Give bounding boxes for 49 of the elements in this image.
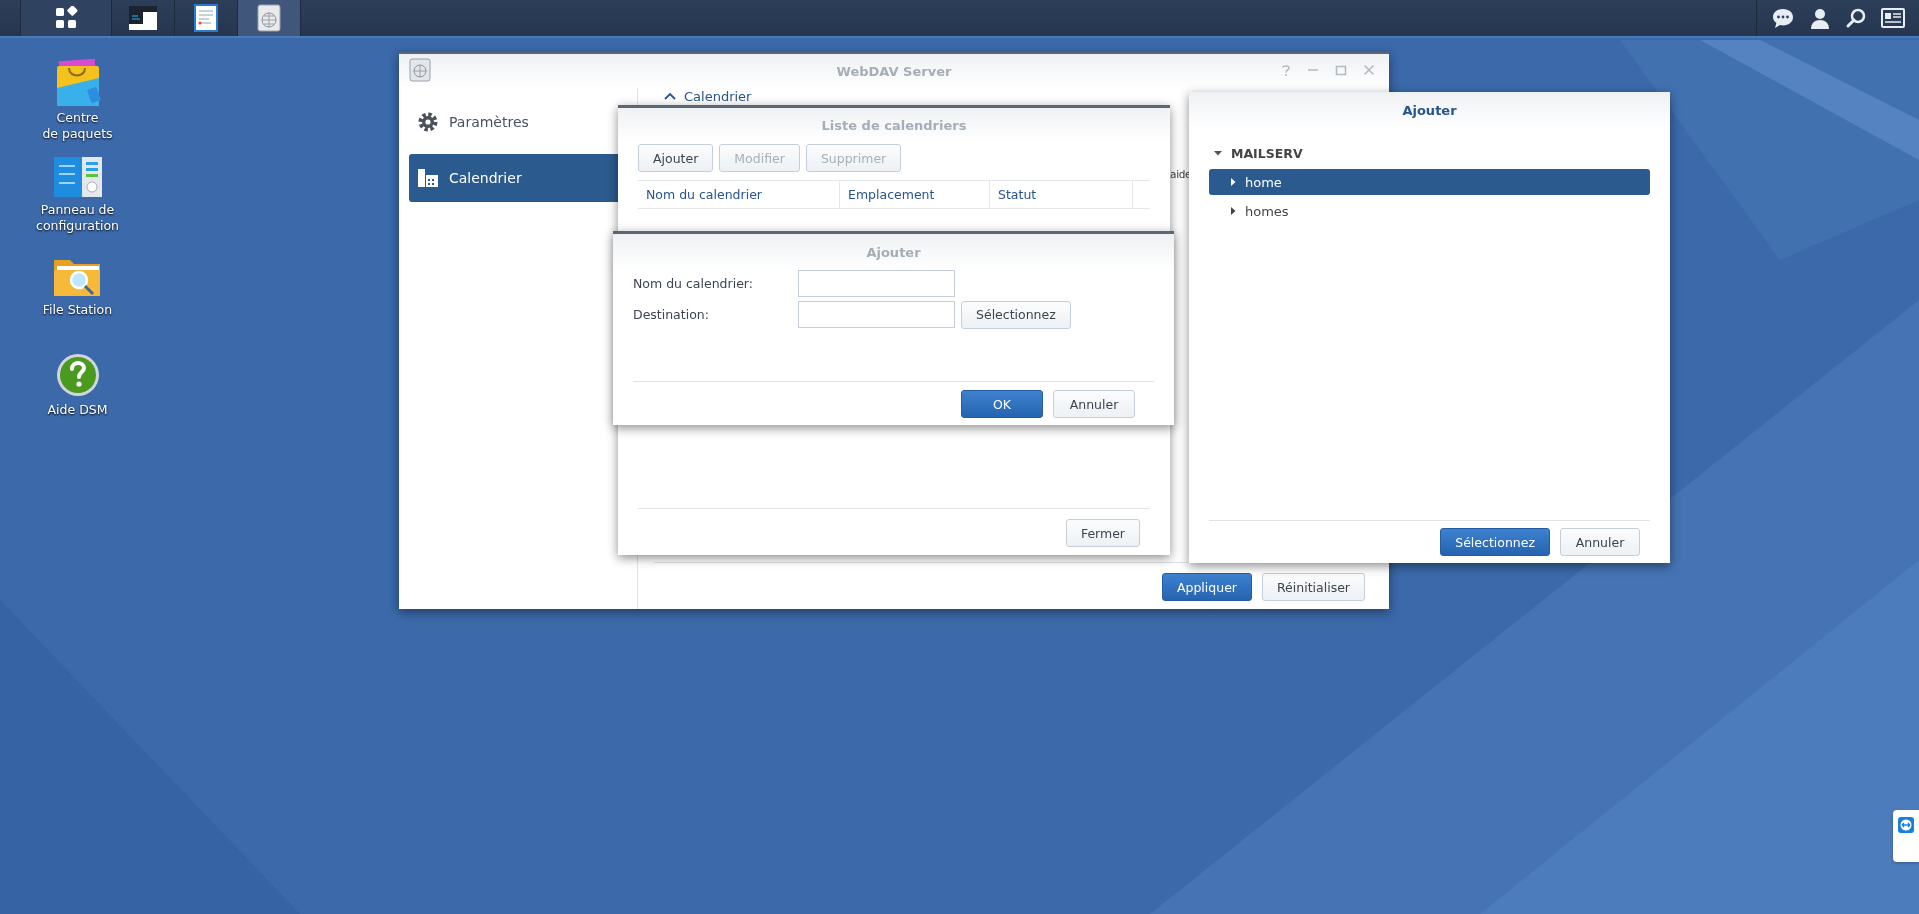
globe-window-icon: [257, 4, 281, 32]
input-field[interactable]: [798, 301, 955, 328]
taskbar-app[interactable]: [238, 0, 301, 36]
widget-panel-icon[interactable]: [1881, 8, 1905, 28]
column-header[interactable]: Nom du calendrier: [638, 181, 840, 208]
secondary-button[interactable]: Annuler: [1053, 390, 1135, 418]
sidebar-item[interactable]: Paramètres: [409, 98, 627, 146]
input-field[interactable]: [798, 270, 955, 297]
search-icon[interactable]: [1845, 7, 1867, 29]
secondary-button[interactable]: Réinitialiser: [1262, 573, 1365, 601]
primary-button[interactable]: Appliquer: [1161, 573, 1252, 601]
field-label: Nom du calendrier:: [633, 276, 754, 291]
dialog-title: Ajouter: [1402, 102, 1457, 118]
remote-control-icon[interactable]: [1897, 816, 1915, 834]
dialog-title: Liste de calendriers: [821, 117, 967, 133]
caret-right-icon[interactable]: [1229, 177, 1237, 187]
calendar-icon: [417, 167, 439, 189]
tree-item[interactable]: homes: [1209, 198, 1650, 224]
secondary-button[interactable]: Annuler: [1560, 528, 1640, 556]
terminal-window-icon: [128, 4, 158, 32]
document-icon: [194, 4, 218, 32]
secondary-button[interactable]: Fermer: [1065, 519, 1140, 547]
primary-button[interactable]: OK: [961, 390, 1043, 418]
browse-button[interactable]: Sélectionnez: [961, 300, 1071, 329]
tree-item[interactable]: home: [1209, 169, 1650, 195]
chat-bubble-icon[interactable]: [1771, 7, 1795, 29]
control-panel-icon: [52, 156, 103, 198]
caret-right-icon[interactable]: [1229, 206, 1237, 216]
globe-window-icon: [409, 58, 431, 82]
main-menu-button[interactable]: [20, 0, 112, 36]
toolbar-button[interactable]: Ajouter: [638, 144, 714, 172]
primary-button[interactable]: Sélectionnez: [1440, 528, 1550, 556]
window-title: WebDAV Server: [836, 63, 952, 79]
user-icon[interactable]: [1809, 7, 1831, 29]
desktop-icon-label[interactable]: Aide DSM: [47, 402, 108, 418]
chevron-up-icon[interactable]: [664, 92, 676, 100]
dialog-title: Ajouter: [866, 244, 921, 260]
desktop-icon-label[interactable]: Panneau de configuration: [36, 202, 119, 234]
gear-icon: [417, 111, 439, 133]
tree-item[interactable]: MAILSERV: [1209, 140, 1650, 166]
section-title: Calendrier: [684, 88, 752, 104]
column-header[interactable]: Statut: [990, 181, 1133, 208]
field-label: Destination:: [633, 307, 710, 322]
desktop-icon-label[interactable]: Centre de paquets: [42, 110, 113, 142]
caret-down-icon[interactable]: [1213, 149, 1223, 157]
column-header[interactable]: Emplacement: [840, 181, 990, 208]
desktop-icon-label[interactable]: File Station: [42, 302, 113, 318]
main-menu-icon: [54, 6, 78, 30]
help-icon: [54, 352, 101, 398]
